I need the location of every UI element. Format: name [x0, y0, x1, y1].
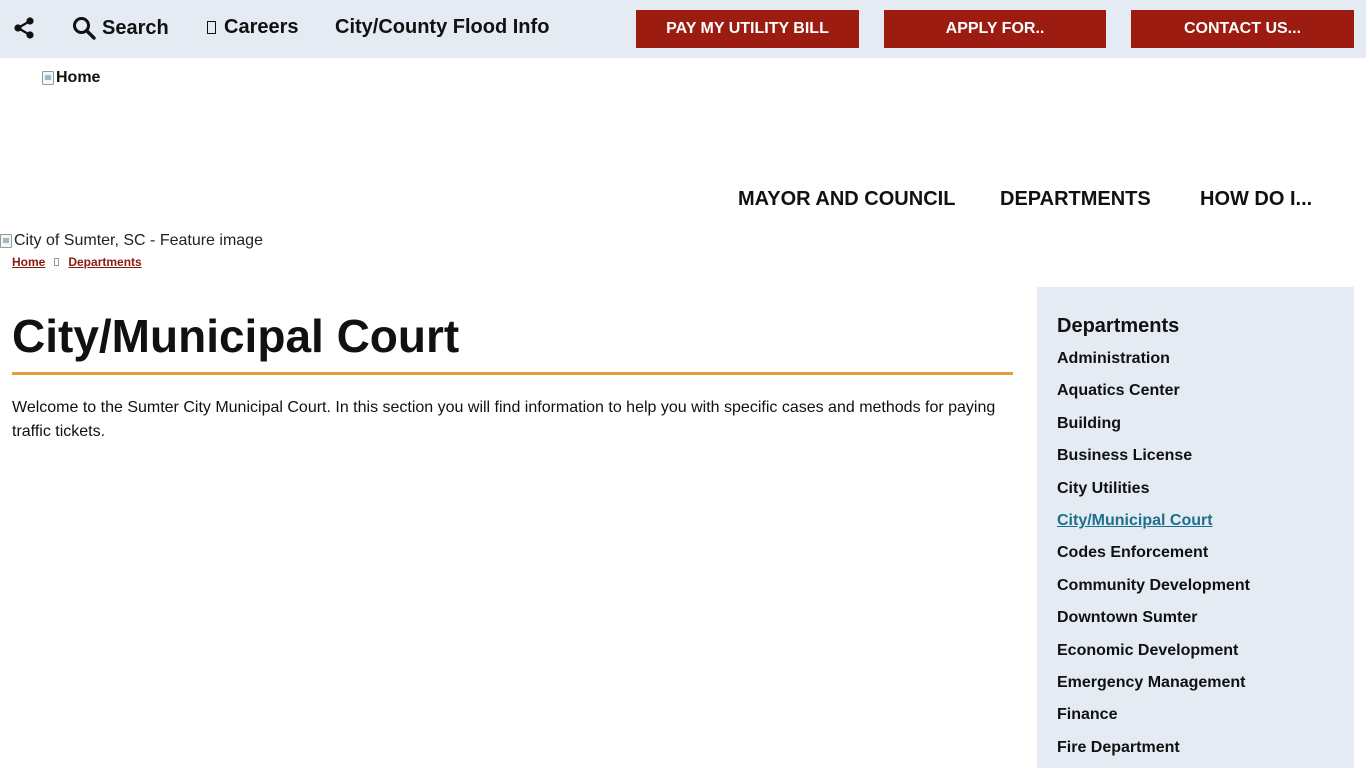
nav-how-do-i[interactable]: HOW DO I... [1200, 188, 1312, 211]
apply-for-button[interactable]: APPLY FOR.. [884, 10, 1106, 48]
sidebar-item[interactable]: Administration [1057, 350, 1250, 382]
careers-icon [207, 21, 216, 34]
logo-alt-text: Home [56, 69, 101, 86]
sidebar-item[interactable]: Emergency Management [1057, 674, 1250, 706]
feature-alt-text: City of Sumter, SC - Feature image [14, 232, 263, 249]
search-icon [73, 17, 96, 40]
sidebar-heading[interactable]: Departments [1057, 315, 1179, 338]
careers-link[interactable]: Careers [207, 16, 299, 39]
sidebar-item[interactable]: Codes Enforcement [1057, 544, 1250, 576]
departments-sidebar: Departments Administration Aquatics Cent… [1037, 287, 1354, 768]
breadcrumb-departments[interactable]: Departments [68, 255, 141, 269]
broken-image-icon [42, 71, 54, 85]
intro-text: Welcome to the Sumter City Municipal Cou… [12, 399, 996, 440]
search-link[interactable]: Search [72, 16, 169, 40]
sidebar-item[interactable]: Downtown Sumter [1057, 609, 1250, 641]
sidebar-item[interactable]: Fire Department [1057, 739, 1250, 768]
careers-label: Careers [224, 16, 299, 38]
sidebar-item[interactable]: City Utilities [1057, 480, 1250, 512]
flood-info-label: City/County Flood Info [335, 16, 550, 38]
nav-departments[interactable]: DEPARTMENTS [1000, 188, 1151, 211]
sidebar-item[interactable]: Economic Development [1057, 642, 1250, 674]
contact-us-button[interactable]: CONTACT US... [1131, 10, 1354, 48]
sidebar-item[interactable]: Finance [1057, 706, 1250, 738]
flood-info-link[interactable]: City/County Flood Info [335, 16, 549, 39]
breadcrumb-separator-icon [54, 258, 60, 266]
search-label: Search [102, 16, 169, 39]
sidebar-list: Administration Aquatics Center Building … [1057, 350, 1250, 768]
breadcrumb: Home Departments [12, 255, 142, 269]
sidebar-item[interactable]: Community Development [1057, 577, 1250, 609]
utility-bar: Search Careers City/County Flood Info PA… [0, 0, 1366, 58]
home-logo-link[interactable]: Home [42, 69, 100, 87]
page-title: City/Municipal Court [12, 310, 460, 362]
share-icon[interactable] [13, 17, 35, 39]
sidebar-item[interactable]: Business License [1057, 447, 1250, 479]
breadcrumb-home[interactable]: Home [12, 255, 45, 269]
nav-mayor-and-council[interactable]: MAYOR AND COUNCIL [738, 188, 955, 211]
feature-image: City of Sumter, SC - Feature image [0, 232, 263, 250]
broken-image-icon [0, 234, 12, 248]
sidebar-item-active[interactable]: City/Municipal Court [1057, 512, 1250, 544]
title-divider [12, 372, 1013, 375]
pay-utility-bill-button[interactable]: PAY MY UTILITY BILL [636, 10, 859, 48]
sidebar-item[interactable]: Building [1057, 415, 1250, 447]
sidebar-item[interactable]: Aquatics Center [1057, 382, 1250, 414]
